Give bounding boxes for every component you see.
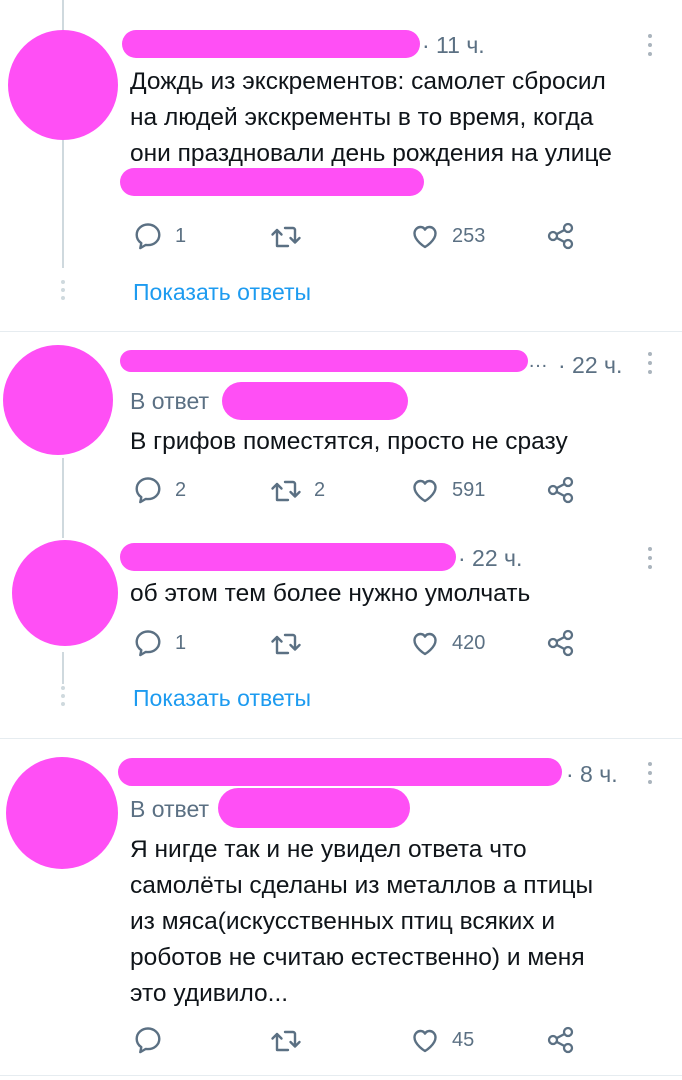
reply-button[interactable]: 1 — [133, 218, 186, 254]
like-count: 45 — [452, 1028, 475, 1051]
more-options-icon[interactable] — [647, 762, 653, 789]
redacted-username — [122, 30, 420, 58]
tweet-text: В грифов поместятся, просто не сразу — [130, 428, 568, 455]
reply-button[interactable]: 2 — [133, 472, 186, 508]
avatar[interactable] — [8, 30, 118, 140]
like-count: 591 — [452, 478, 486, 501]
retweet-icon — [271, 633, 301, 655]
reply-count: 2 — [175, 478, 187, 501]
reply-icon — [135, 477, 161, 504]
redacted-username — [120, 350, 528, 372]
like-button[interactable]: 45 — [410, 1022, 474, 1058]
thread-gap-dots — [60, 686, 66, 710]
more-options-icon[interactable] — [647, 547, 653, 574]
retweet-icon — [271, 226, 301, 248]
reply-icon — [135, 630, 161, 657]
divider — [0, 331, 682, 332]
more-options-icon[interactable] — [647, 352, 653, 379]
heart-icon — [413, 632, 437, 656]
thread-gap-dots — [60, 280, 66, 304]
avatar[interactable] — [3, 345, 113, 455]
thread-line — [62, 458, 64, 538]
reply-button[interactable] — [133, 1022, 175, 1058]
share-icon — [547, 222, 574, 250]
share-button[interactable] — [546, 1022, 576, 1058]
like-count: 420 — [452, 631, 486, 654]
tweet-time[interactable]: · 22 ч. — [558, 352, 622, 379]
retweet-icon — [271, 1030, 301, 1052]
reply-icon — [135, 1027, 161, 1054]
show-replies-link[interactable]: Показать ответы — [133, 279, 311, 306]
share-icon — [547, 1026, 574, 1054]
tweet-actions: 45 — [0, 1022, 682, 1058]
retweet-button[interactable] — [270, 625, 314, 661]
reply-to-label: В ответ — [130, 388, 210, 414]
share-icon — [547, 629, 574, 657]
divider — [0, 738, 682, 739]
reply-button[interactable]: 1 — [133, 625, 186, 661]
redacted-text — [120, 168, 424, 196]
like-button[interactable]: 420 — [410, 625, 485, 661]
redacted-username — [120, 543, 456, 571]
more-options-icon[interactable] — [647, 34, 653, 61]
retweet-count: 2 — [314, 478, 326, 501]
heart-icon — [413, 225, 437, 249]
share-button[interactable] — [546, 472, 576, 508]
heart-icon — [413, 479, 437, 503]
share-button[interactable] — [546, 218, 576, 254]
tweet-time[interactable]: · 11 ч. — [422, 32, 485, 59]
tweet-time[interactable]: · 8 ч. — [566, 761, 618, 788]
divider — [0, 1075, 682, 1076]
tweet-text: об этом тем более нужно умолчать — [130, 580, 531, 607]
reply-icon — [135, 223, 161, 250]
tweet-text: Дождь из экскрементов: самолет сбросил н… — [130, 68, 612, 167]
reply-to-label: В ответ — [130, 796, 210, 822]
name-fragment: … — [528, 350, 548, 372]
tweet-actions: 1 253 — [0, 218, 682, 254]
redacted-reply-handle[interactable] — [218, 788, 410, 828]
like-button[interactable]: 253 — [410, 218, 485, 254]
tweet-text: Я нигде так и не увидел ответа что самол… — [130, 836, 594, 1007]
avatar[interactable] — [6, 757, 118, 869]
show-replies-link[interactable]: Показать ответы — [133, 685, 311, 712]
retweet-icon — [271, 480, 301, 502]
redacted-username — [118, 758, 562, 786]
reply-count: 1 — [175, 631, 187, 654]
tweet-actions: 1 420 — [0, 625, 682, 661]
tweet-time[interactable]: · 22 ч. — [458, 545, 522, 572]
reply-count: 1 — [175, 224, 187, 247]
heart-icon — [413, 1029, 437, 1053]
share-icon — [547, 476, 574, 504]
like-button[interactable]: 591 — [410, 472, 485, 508]
retweet-button[interactable]: 2 — [270, 472, 325, 508]
like-count: 253 — [452, 224, 486, 247]
retweet-button[interactable] — [270, 1022, 314, 1058]
share-button[interactable] — [546, 625, 576, 661]
redacted-reply-handle[interactable] — [222, 382, 408, 420]
tweet-actions: 2 2 591 — [0, 472, 682, 508]
retweet-button[interactable] — [270, 218, 314, 254]
